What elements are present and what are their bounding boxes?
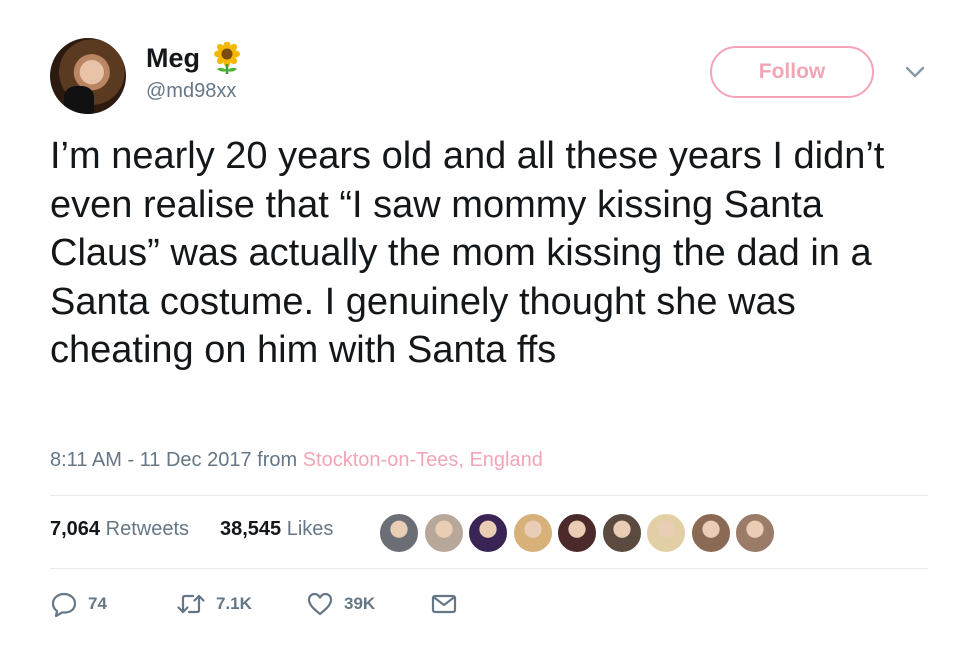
likes-count: 38,545	[220, 518, 282, 540]
retweets-count: 7,064	[50, 518, 101, 540]
liker-avatar[interactable]	[378, 512, 420, 554]
like-count: 39K	[344, 594, 376, 613]
user-name[interactable]: Meg	[146, 43, 200, 74]
tweet-timestamp[interactable]: 8:11 AM - 11 Dec 2017 from	[50, 449, 303, 471]
liker-avatar[interactable]	[689, 512, 732, 554]
reply-count: 74	[88, 594, 107, 613]
liker-avatar[interactable]	[511, 512, 554, 554]
likes-label: Likes	[286, 518, 334, 540]
tweet-timestamp-row: 8:11 AM - 11 Dec 2017 from Stockton-on-T…	[50, 449, 543, 472]
liker-avatar[interactable]	[600, 512, 643, 554]
liker-avatar[interactable]	[467, 512, 509, 554]
follow-button[interactable]: Follow	[710, 46, 874, 98]
avatar[interactable]	[50, 38, 126, 114]
sunflower-icon	[210, 41, 244, 74]
reply-button[interactable]: 74	[50, 586, 107, 622]
retweet-button[interactable]: 7.1K	[176, 586, 252, 622]
liker-avatar[interactable]	[734, 512, 776, 554]
tweet-text: I’m nearly 20 years old and all these ye…	[50, 135, 885, 372]
chevron-down-icon[interactable]	[902, 62, 928, 82]
user-name-row: Meg	[146, 41, 244, 74]
direct-message-button[interactable]	[430, 586, 458, 622]
retweets-stat[interactable]: 7,064 Retweets	[50, 518, 189, 541]
retweet-icon	[176, 590, 206, 618]
likes-stat[interactable]: 38,545 Likes	[220, 518, 333, 541]
reply-icon	[50, 590, 78, 618]
retweet-count: 7.1K	[216, 594, 252, 613]
tweet-actions: 74 7.1K 39K	[50, 586, 550, 622]
heart-icon	[306, 590, 334, 618]
tweet-stats: 7,064 Retweets 38,545 Likes	[50, 496, 928, 568]
liker-avatar[interactable]	[645, 512, 687, 554]
envelope-icon	[430, 590, 458, 618]
liker-avatar[interactable]	[422, 512, 465, 554]
user-handle[interactable]: @md98xx	[146, 80, 236, 103]
like-button[interactable]: 39K	[306, 586, 375, 622]
tweet-location-link[interactable]: Stockton-on-Tees, England	[303, 449, 543, 471]
liker-avatar[interactable]	[556, 512, 598, 554]
retweets-label: Retweets	[105, 518, 189, 540]
tweet-header: Meg @md98xx Follow	[50, 38, 930, 118]
divider	[50, 568, 928, 569]
